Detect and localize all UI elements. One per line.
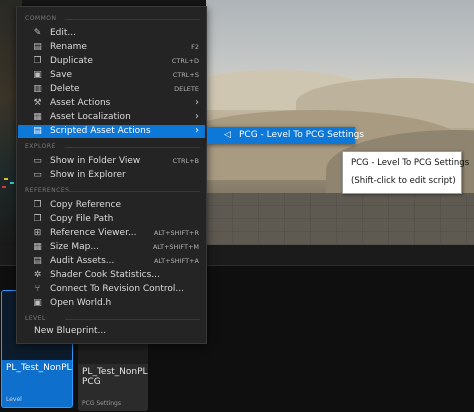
section-divider bbox=[65, 147, 200, 148]
submenu-item-pcg-level-to-pcg-settings[interactable]: ◁ PCG - Level To PCG Settings bbox=[207, 127, 364, 144]
menu-item-scripted-asset-actions[interactable]: ▤ Scripted Asset Actions › bbox=[18, 125, 205, 138]
menu-item-label: Rename bbox=[50, 42, 87, 52]
marker bbox=[2, 186, 6, 188]
menu-item-label: Scripted Asset Actions bbox=[50, 126, 151, 136]
section-header-level: LEVEL bbox=[25, 315, 46, 322]
shortcut-text: ALT+SHIFT+R bbox=[153, 229, 199, 237]
shortcut-text: DELETE bbox=[174, 85, 199, 93]
menu-item-label: Shader Cook Statistics... bbox=[50, 270, 160, 280]
rename-icon: ▤ bbox=[33, 42, 42, 52]
reference-viewer-icon: ⊞ bbox=[33, 228, 42, 238]
menu-item-label: Copy Reference bbox=[50, 200, 122, 210]
asset-name: PL_Test_NonPLA bbox=[6, 363, 73, 373]
shader-stats-icon: ✲ bbox=[33, 270, 42, 280]
tooltip-title: PCG - Level To PCG Settings bbox=[351, 158, 470, 168]
shortcut-text: CTRL+B bbox=[172, 157, 199, 165]
menu-item-save[interactable]: ▣ Save CTRL+S bbox=[18, 69, 205, 82]
section-divider bbox=[65, 319, 200, 320]
chevron-right-icon: › bbox=[195, 111, 199, 122]
copy-icon: ❐ bbox=[33, 214, 42, 224]
marker bbox=[4, 178, 8, 180]
tooltip: PCG - Level To PCG Settings (Shift-click… bbox=[342, 151, 469, 194]
chevron-right-icon: › bbox=[195, 97, 199, 108]
menu-item-asset-localization[interactable]: ▦ Asset Localization › bbox=[18, 111, 205, 124]
menu-item-label: Save bbox=[50, 70, 73, 80]
save-icon: ▣ bbox=[33, 70, 42, 80]
shortcut-text: ALT+SHIFT+M bbox=[152, 243, 199, 251]
section-divider bbox=[65, 19, 200, 20]
context-menu: COMMON ✎ Edit... ▤ Rename F2 ❐ Duplicate… bbox=[16, 6, 207, 344]
menu-item-label: New Blueprint... bbox=[34, 326, 107, 336]
menu-item-label: Copy File Path bbox=[50, 214, 114, 224]
marker bbox=[10, 182, 14, 184]
revision-control-icon: ⑂ bbox=[34, 284, 41, 294]
folder-icon: ▭ bbox=[33, 156, 42, 166]
audit-icon: ▤ bbox=[33, 256, 42, 266]
shortcut-text: F2 bbox=[191, 43, 199, 51]
shortcut-text: ALT+SHIFT+A bbox=[153, 257, 199, 265]
menu-item-shader-cook-statistics[interactable]: ✲ Shader Cook Statistics... bbox=[18, 269, 205, 282]
menu-item-new-blueprint[interactable]: New Blueprint... bbox=[18, 325, 205, 338]
menu-item-label: Edit... bbox=[50, 28, 77, 38]
code-file-icon: ▣ bbox=[33, 298, 42, 308]
tooltip-hint: (Shift-click to edit script) bbox=[351, 176, 456, 186]
menu-item-label: Delete bbox=[50, 84, 80, 94]
copy-icon: ❐ bbox=[33, 200, 42, 210]
menu-item-label: Show in Folder View bbox=[50, 156, 141, 166]
chevron-right-icon: › bbox=[195, 125, 199, 136]
pencil-icon: ✎ bbox=[33, 28, 42, 38]
menu-item-audit-assets[interactable]: ▤ Audit Assets... ALT+SHIFT+A bbox=[18, 255, 205, 268]
menu-item-edit[interactable]: ✎ Edit... bbox=[18, 27, 205, 40]
menu-item-label: Open World.h bbox=[50, 298, 112, 308]
localization-icon: ▦ bbox=[33, 112, 42, 122]
asset-type: PCG Settings bbox=[82, 400, 121, 407]
asset-type: Level bbox=[6, 396, 22, 403]
menu-item-label: Asset Actions bbox=[50, 98, 111, 108]
floor-grid bbox=[206, 193, 474, 245]
wrench-icon: ⚒ bbox=[33, 98, 42, 108]
shortcut-text: CTRL+D bbox=[171, 57, 199, 65]
script-icon: ▤ bbox=[33, 126, 42, 136]
size-map-icon: ▦ bbox=[33, 242, 42, 252]
menu-item-label: Audit Assets... bbox=[50, 256, 115, 266]
asset-name: PL_Test_NonPLA_ PCG bbox=[82, 367, 148, 387]
menu-item-label: Duplicate bbox=[50, 56, 93, 66]
delete-icon: ▥ bbox=[33, 84, 42, 94]
menu-item-asset-actions[interactable]: ⚒ Asset Actions › bbox=[18, 97, 205, 110]
menu-item-duplicate[interactable]: ❐ Duplicate CTRL+D bbox=[18, 55, 205, 68]
menu-item-label: Asset Localization bbox=[50, 112, 131, 122]
submenu-item-label: PCG - Level To PCG Settings bbox=[239, 130, 365, 140]
level-viewport[interactable] bbox=[206, 0, 474, 245]
shortcut-text: CTRL+S bbox=[172, 71, 199, 79]
menu-item-copy-file-path[interactable]: ❐ Copy File Path bbox=[18, 213, 205, 226]
section-header-common: COMMON bbox=[25, 15, 57, 22]
back-arrow-icon: ◁ bbox=[224, 130, 231, 140]
menu-item-label: Size Map... bbox=[50, 242, 99, 252]
menu-item-label: Show in Explorer bbox=[50, 170, 126, 180]
section-header-explore: EXPLORE bbox=[25, 143, 56, 150]
menu-item-reference-viewer[interactable]: ⊞ Reference Viewer... ALT+SHIFT+R bbox=[18, 227, 205, 240]
menu-item-label: Connect To Revision Control... bbox=[50, 284, 184, 294]
section-header-references: REFERENCES bbox=[25, 187, 70, 194]
menu-item-show-in-folder-view[interactable]: ▭ Show in Folder View CTRL+B bbox=[18, 155, 205, 168]
menu-item-rename[interactable]: ▤ Rename F2 bbox=[18, 41, 205, 54]
menu-item-label: Reference Viewer... bbox=[50, 228, 137, 238]
menu-item-connect-revision-control[interactable]: ⑂ Connect To Revision Control... bbox=[18, 283, 205, 296]
folder-open-icon: ▭ bbox=[33, 170, 42, 180]
section-divider bbox=[65, 191, 200, 192]
menu-item-delete[interactable]: ▥ Delete DELETE bbox=[18, 83, 205, 96]
menu-item-show-in-explorer[interactable]: ▭ Show in Explorer bbox=[18, 169, 205, 182]
duplicate-icon: ❐ bbox=[33, 56, 42, 66]
menu-item-size-map[interactable]: ▦ Size Map... ALT+SHIFT+M bbox=[18, 241, 205, 254]
menu-item-copy-reference[interactable]: ❐ Copy Reference bbox=[18, 199, 205, 212]
menu-item-open-world-h[interactable]: ▣ Open World.h bbox=[18, 297, 205, 310]
